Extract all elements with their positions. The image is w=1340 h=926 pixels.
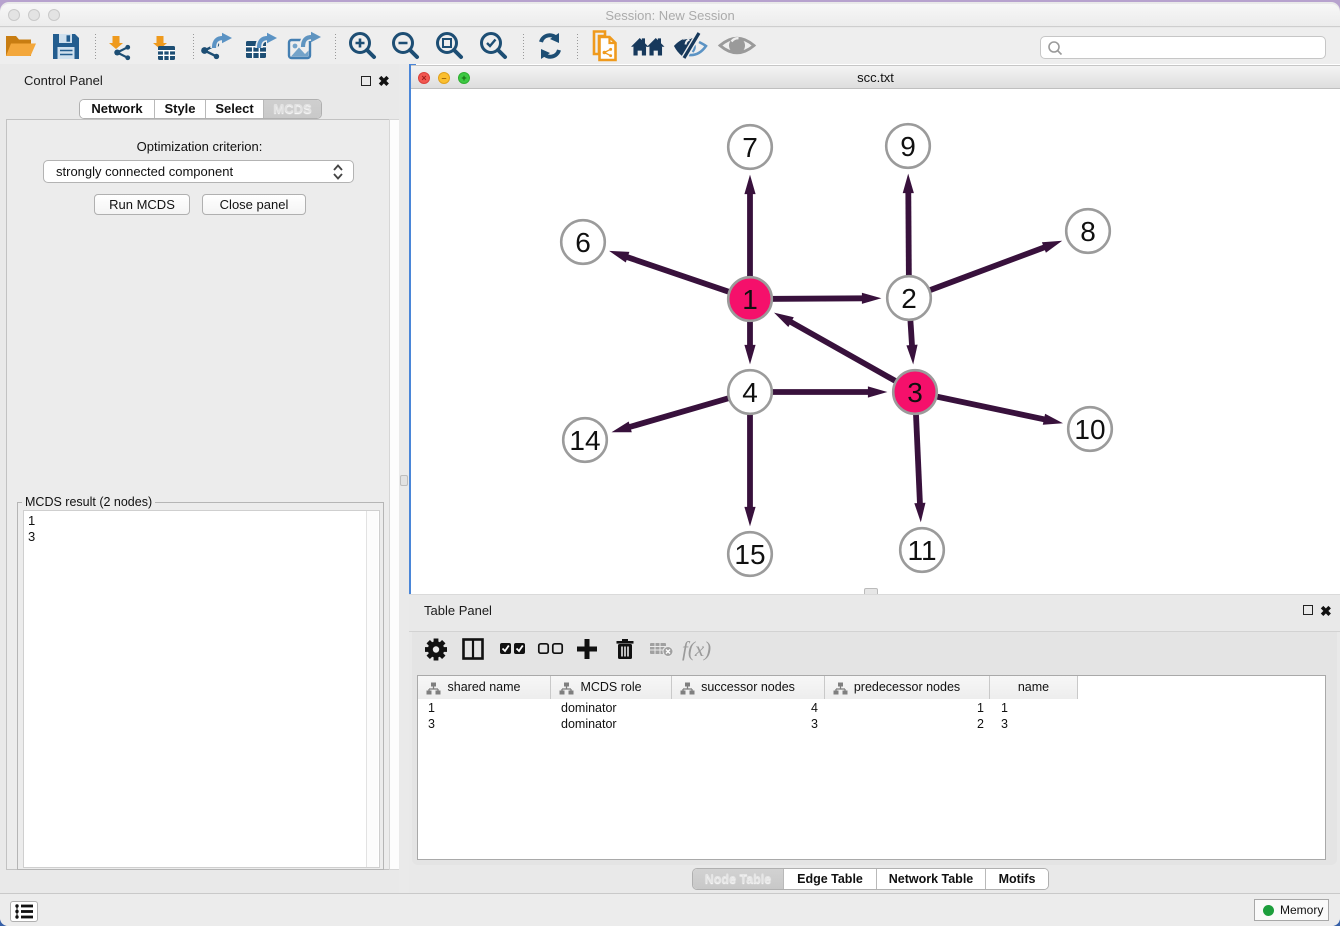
svg-text:10: 10 — [1074, 414, 1105, 445]
svg-text:1: 1 — [742, 284, 758, 315]
svg-text:6: 6 — [575, 227, 591, 258]
svg-text:2: 2 — [901, 283, 917, 314]
svg-text:4: 4 — [742, 377, 758, 408]
svg-text:15: 15 — [734, 539, 765, 570]
svg-text:11: 11 — [907, 535, 936, 566]
svg-text:8: 8 — [1080, 216, 1096, 247]
svg-text:14: 14 — [569, 425, 600, 456]
svg-text:9: 9 — [900, 131, 916, 162]
svg-text:7: 7 — [742, 132, 758, 163]
svg-text:3: 3 — [907, 377, 923, 408]
